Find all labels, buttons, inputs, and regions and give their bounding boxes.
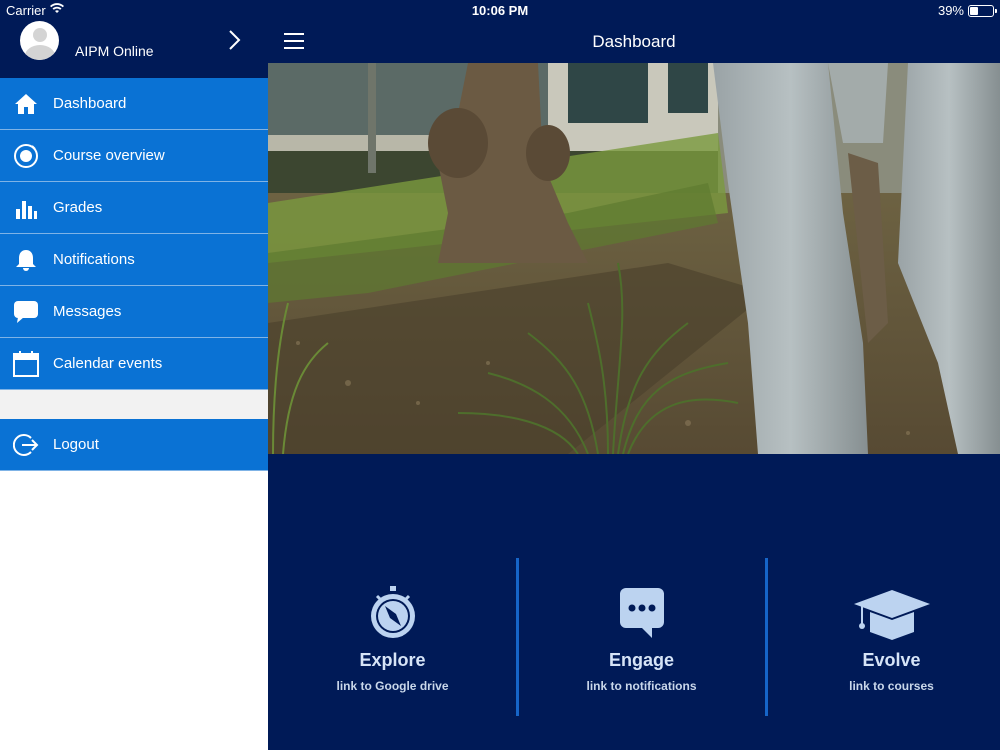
tile-title: Explore: [359, 650, 426, 670]
profile-name: AIPM Online: [75, 43, 154, 59]
sidebar-item-grades[interactable]: Grades: [0, 182, 268, 234]
logout-icon: [12, 431, 40, 459]
explore-tile[interactable]: Explore link to Google drive: [268, 558, 517, 716]
calendar-icon: [12, 350, 40, 378]
chevron-right-icon[interactable]: [226, 28, 242, 52]
target-icon: [12, 142, 40, 170]
sidebar-item-calendar-events[interactable]: Calendar events: [0, 338, 268, 390]
battery-percent: 39%: [937, 3, 964, 18]
chat-icon: [619, 588, 664, 638]
battery-icon: [968, 5, 997, 17]
sidebar-item-label: Notifications: [53, 251, 135, 268]
menu-separator: [0, 390, 268, 419]
bell-icon: [12, 246, 40, 274]
sidebar-item-dashboard[interactable]: Dashboard: [0, 78, 268, 130]
graduation-cap-icon: [853, 590, 930, 640]
sidebar-item-label: Calendar events: [53, 355, 163, 372]
tile-title: Evolve: [862, 650, 921, 670]
sidebar-item-label: Course overview: [53, 147, 165, 164]
sidebar-item-label: Grades: [53, 199, 103, 216]
sidebar-item-label: Messages: [53, 303, 122, 320]
status-bar: Carrier 10:06 PM 39%: [0, 0, 1000, 20]
quick-links: Explore link to Google drive Engage link…: [268, 454, 1000, 750]
compass-icon: [370, 586, 415, 638]
engage-tile[interactable]: Engage link to notifications: [517, 558, 766, 716]
sidebar-item-messages[interactable]: Messages: [0, 286, 268, 338]
sidebar-menu: Dashboard Course overview Grades Notific…: [0, 78, 268, 471]
page-title: Dashboard: [592, 32, 676, 51]
evolve-tile[interactable]: Evolve link to courses: [767, 558, 1000, 716]
sidebar-item-course-overview[interactable]: Course overview: [0, 130, 268, 182]
sidebar-item-notifications[interactable]: Notifications: [0, 234, 268, 286]
sidebar-item-label: Logout: [53, 436, 99, 453]
tile-subtitle: link to courses: [849, 679, 934, 693]
status-time: 10:06 PM: [471, 3, 529, 18]
tile-subtitle: link to Google drive: [336, 679, 449, 693]
sidebar-item-logout[interactable]: Logout: [0, 419, 268, 471]
avatar: [20, 21, 59, 60]
tile-title: Engage: [608, 650, 674, 670]
tile-subtitle: link to notifications: [586, 679, 697, 693]
sidebar-item-label: Dashboard: [53, 95, 127, 112]
sidebar: AIPM Online Dashboard Course overview Gr…: [0, 0, 268, 750]
hero-image: [268, 63, 1000, 454]
home-icon: [12, 90, 40, 118]
bar-chart-icon: [12, 194, 40, 222]
message-bubble-icon: [12, 298, 40, 326]
